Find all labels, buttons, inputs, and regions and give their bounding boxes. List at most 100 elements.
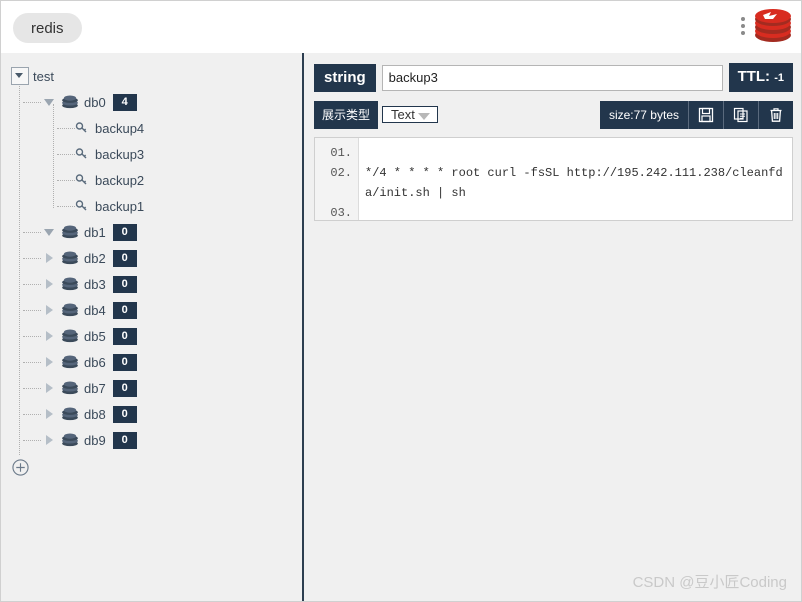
value-editor[interactable]: 01. 02. 03. */4 * * * * root curl -fsSL …	[314, 137, 793, 221]
tree-node-db3[interactable]: db3 0	[1, 271, 302, 297]
key-toolbar-row: 展示类型 Text size:77 bytes	[304, 92, 801, 129]
triangle-right-icon[interactable]	[41, 354, 57, 370]
tree-node-db5-label: db5	[84, 328, 106, 344]
value-size-label: size:77 bytes	[608, 108, 679, 122]
save-floppy-icon	[698, 107, 714, 123]
key-header-row: string TTL: -1	[304, 53, 801, 92]
connection-tab-redis[interactable]: redis	[13, 13, 82, 43]
connection-tab-label: redis	[31, 19, 64, 37]
tree-node-db9-label: db9	[84, 432, 106, 448]
trash-icon	[770, 108, 782, 122]
tree-node-db4-badge: 0	[112, 301, 137, 319]
tree-node-db2[interactable]: db2 0	[1, 245, 302, 271]
line-number: 02.	[330, 166, 352, 180]
database-icon	[62, 407, 78, 421]
tree-node-key-backup4[interactable]: backup4	[1, 115, 302, 141]
database-icon	[62, 381, 78, 395]
key-icon	[75, 148, 87, 159]
tree-node-db8-label: db8	[84, 406, 106, 422]
tree-node-db1-badge: 0	[112, 223, 137, 241]
delete-button[interactable]	[758, 101, 793, 129]
line-number: 01.	[330, 146, 352, 160]
tree-node-db0[interactable]: db0 4	[1, 89, 302, 115]
ttl-label: TTL:	[737, 68, 771, 85]
database-icon	[62, 277, 78, 291]
copy-icon	[733, 107, 748, 123]
display-type-label: 展示类型	[314, 101, 379, 129]
ttl-value: -1	[774, 72, 784, 84]
tree-node-key-label: backup3	[95, 146, 145, 162]
tree-node-key-backup3[interactable]: backup3	[1, 141, 302, 167]
display-type-select[interactable]: Text	[382, 102, 438, 128]
database-icon	[62, 303, 78, 317]
triangle-right-icon[interactable]	[41, 250, 57, 266]
database-icon	[62, 225, 78, 239]
tree-node-db7-label: db7	[84, 380, 106, 396]
tree-node-db1[interactable]: db1 0	[1, 219, 302, 245]
plus-circle-icon[interactable]	[12, 459, 29, 476]
header-right-group	[741, 7, 793, 45]
tree-node-db5[interactable]: db5 0	[1, 323, 302, 349]
tree-node-db9[interactable]: db9 0	[1, 427, 302, 453]
tree-node-db6-label: db6	[84, 354, 106, 370]
triangle-right-icon[interactable]	[41, 328, 57, 344]
triangle-down-icon[interactable]	[41, 94, 57, 110]
triangle-right-icon[interactable]	[41, 432, 57, 448]
chevron-down-icon	[417, 113, 430, 120]
tree-node-db8-badge: 0	[112, 405, 137, 423]
tree-node-db3-label: db3	[84, 276, 106, 292]
tree-node-root[interactable]: test	[1, 63, 302, 89]
tree-node-db3-badge: 0	[112, 275, 137, 293]
tree-node-db6[interactable]: db6 0	[1, 349, 302, 375]
line-number: 03.	[330, 206, 352, 220]
tree-node-db4[interactable]: db4 0	[1, 297, 302, 323]
tree-node-key-label: backup4	[95, 120, 145, 136]
editor-gutter: 01. 02. 03.	[315, 138, 359, 220]
copy-button[interactable]	[723, 101, 758, 129]
app-header: redis	[1, 1, 801, 54]
app-window: redis test db0 4 backup4 backup3 backup2…	[0, 0, 802, 602]
value-actions-group: size:77 bytes	[599, 101, 793, 129]
tree-node-db1-label: db1	[84, 224, 106, 240]
tree-node-key-backup2[interactable]: backup2	[1, 167, 302, 193]
key-icon	[75, 200, 87, 211]
tree-node-db9-badge: 0	[112, 431, 137, 449]
tree-node-key-backup1[interactable]: backup1	[1, 193, 302, 219]
key-type-badge: string	[314, 63, 376, 92]
tree-node-db0-label: db0	[84, 94, 106, 110]
key-tree: test db0 4 backup4 backup3 backup2 backu…	[1, 53, 302, 476]
tree-node-db2-label: db2	[84, 250, 106, 266]
tree-node-db8[interactable]: db8 0	[1, 401, 302, 427]
key-tree-panel: test db0 4 backup4 backup3 backup2 backu…	[1, 53, 302, 601]
tree-node-db2-badge: 0	[112, 249, 137, 267]
triangle-right-icon[interactable]	[41, 276, 57, 292]
key-icon	[75, 122, 87, 133]
save-button[interactable]	[688, 101, 723, 129]
triangle-down-icon[interactable]	[41, 224, 57, 240]
tree-node-db7[interactable]: db7 0	[1, 375, 302, 401]
redis-logo-icon	[755, 9, 791, 42]
triangle-right-icon[interactable]	[41, 406, 57, 422]
watermark: CSDN @豆小匠Coding	[632, 574, 787, 591]
tree-node-key-label: backup1	[95, 198, 145, 214]
key-icon	[75, 174, 87, 185]
database-icon	[62, 329, 78, 343]
tree-node-key-label: backup2	[95, 172, 145, 188]
tree-node-db5-badge: 0	[112, 327, 137, 345]
triangle-down-icon[interactable]	[11, 67, 29, 85]
tree-node-db4-label: db4	[84, 302, 106, 318]
key-name-input[interactable]	[381, 64, 723, 91]
key-detail-panel: string TTL: -1 展示类型 Text size:77 bytes	[304, 53, 801, 601]
database-icon	[62, 251, 78, 265]
tree-node-root-label: test	[33, 68, 54, 84]
database-icon	[62, 355, 78, 369]
vertical-dots-icon[interactable]	[741, 17, 747, 35]
triangle-right-icon[interactable]	[41, 302, 57, 318]
database-icon	[62, 95, 78, 109]
editor-content[interactable]: */4 * * * * root curl -fsSL http://195.2…	[359, 138, 792, 220]
database-icon	[62, 433, 78, 447]
triangle-right-icon[interactable]	[41, 380, 57, 396]
tree-node-db7-badge: 0	[112, 379, 137, 397]
ttl-badge: TTL: -1	[728, 63, 793, 92]
tree-node-db0-badge: 4	[112, 93, 137, 111]
